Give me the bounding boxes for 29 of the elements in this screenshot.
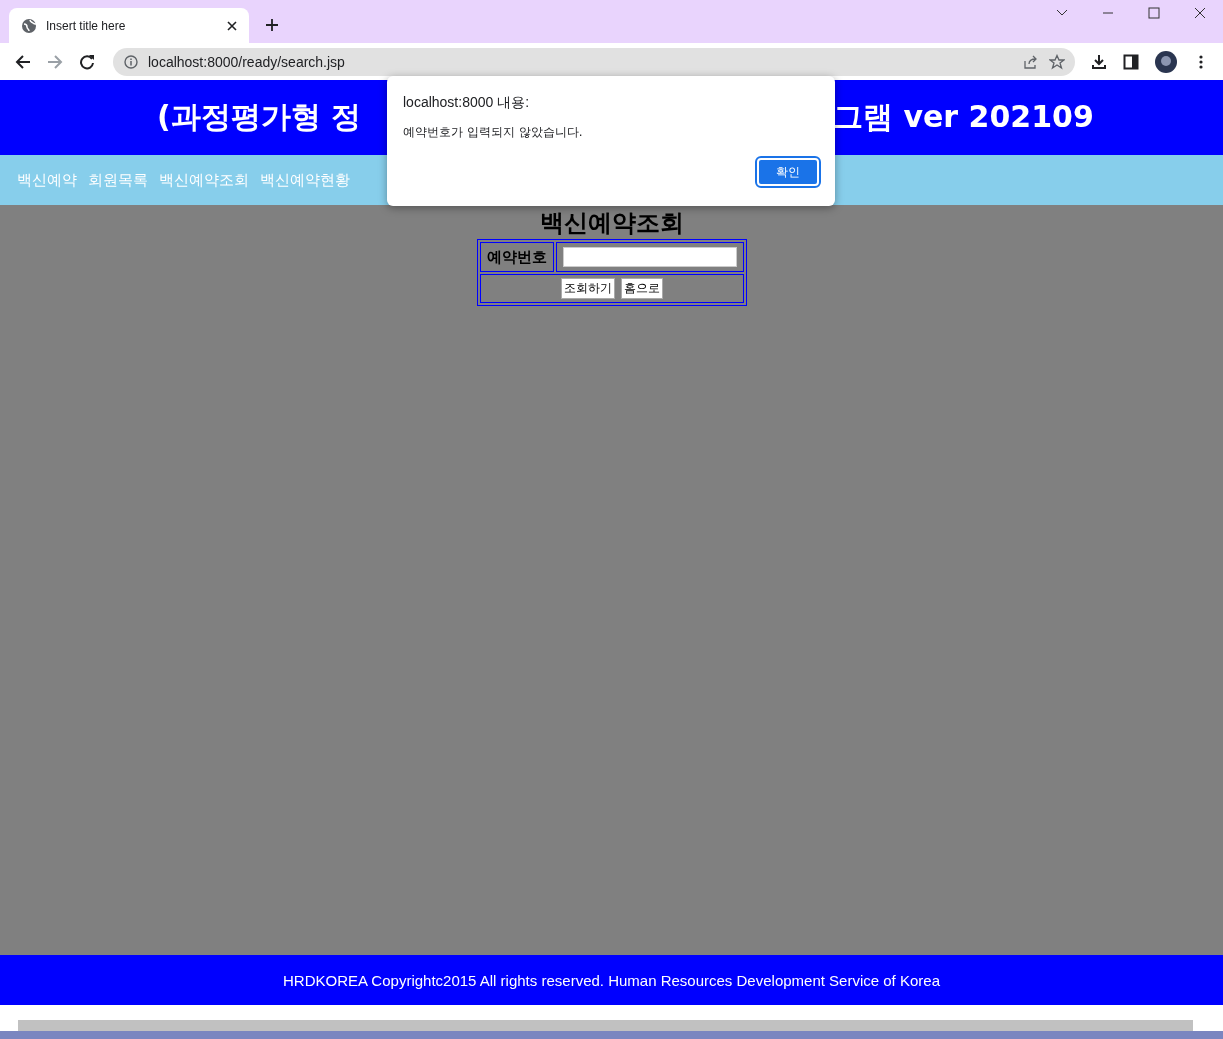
star-icon[interactable] <box>1049 53 1065 70</box>
scrollbar[interactable] <box>18 1020 1193 1031</box>
header-title: 그램 ver 202109 <box>833 98 1094 136</box>
form-button[interactable]: 홈으로 <box>620 278 663 299</box>
ok-button[interactable]: 확인 <box>757 158 819 186</box>
header-title: (과정평가형 정 <box>157 98 363 136</box>
field-label: 예약번호 <box>479 242 554 272</box>
globe-icon <box>21 17 37 34</box>
close-icon[interactable] <box>227 20 237 31</box>
form-button[interactable]: 조회하기 <box>560 278 615 299</box>
input-field[interactable] <box>562 247 737 267</box>
dialog-title: localhost:8000 내용: <box>403 94 531 112</box>
address-bar[interactable]: localhost:8000/ready/search.jsp <box>113 47 1075 76</box>
reload-icon[interactable] <box>79 53 95 70</box>
footer-text: HRDKOREA Copyrightc2015 All rights reserved. Human Resources Development Service of Korea <box>283 971 940 989</box>
page-title: 백신예약조회 <box>539 208 684 239</box>
new-tab-icon[interactable] <box>265 18 279 32</box>
back-icon[interactable] <box>15 53 31 70</box>
browser-tab[interactable]: Insert title here <box>9 8 249 43</box>
maximize-icon[interactable] <box>1148 7 1160 19</box>
tab-title: Insert title here <box>46 18 127 33</box>
forward-icon[interactable] <box>47 53 63 70</box>
share-icon[interactable] <box>1023 53 1039 70</box>
side-panel-icon[interactable] <box>1123 53 1139 70</box>
dialog-message: 예약번호가 입력되지 않았습니다. <box>403 124 584 141</box>
close-icon[interactable] <box>1194 7 1206 19</box>
info-icon <box>124 54 138 69</box>
download-icon[interactable] <box>1091 53 1107 70</box>
avatar-icon[interactable] <box>1155 50 1177 73</box>
